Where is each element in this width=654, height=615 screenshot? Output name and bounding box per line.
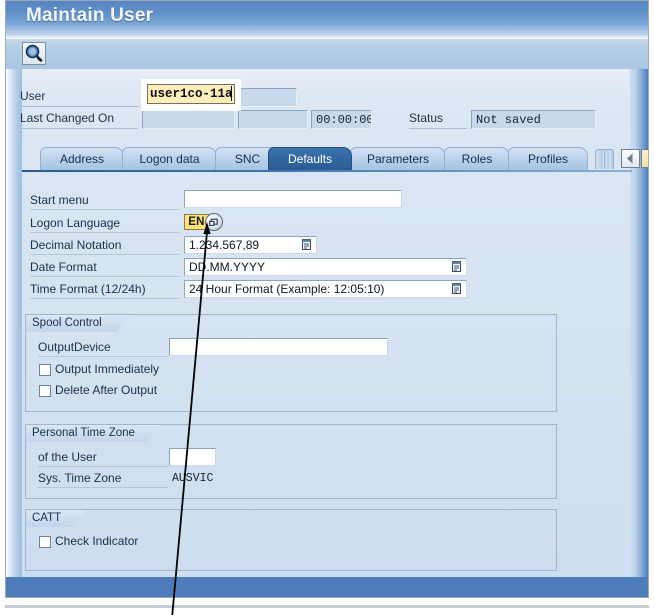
- user-label: User: [20, 89, 46, 103]
- date-format-label-rule: [30, 276, 180, 277]
- time-format-label-rule: [30, 298, 180, 299]
- decimal-notation-label-rule: [30, 254, 180, 255]
- title-bar: Maintain User: [6, 1, 648, 39]
- last-changed-time-field[interactable]: 00:00:00: [311, 110, 372, 129]
- text-caret: [231, 86, 232, 101]
- canvas-left-edge: [6, 69, 22, 577]
- personal-time-zone-group-title: Personal Time Zone: [26, 425, 146, 442]
- of-the-user-label-rule: [38, 466, 168, 467]
- window-bottom-shadow: [0, 603, 654, 615]
- tab-strip-underline: [22, 170, 632, 172]
- tab-address[interactable]: Address: [40, 147, 124, 170]
- last-changed-label: Last Changed On: [20, 111, 115, 125]
- decimal-notation-label: Decimal Notation: [30, 238, 122, 252]
- output-immediately-checkbox[interactable]: [39, 364, 51, 376]
- logon-language-label: Logon Language: [30, 216, 121, 230]
- check-indicator-label: Check Indicator: [55, 534, 139, 548]
- date-format-input[interactable]: DD.MM.YYYY: [184, 258, 467, 276]
- sys-time-zone-value: AUSVIC: [172, 472, 214, 485]
- dropdown-list-icon: [452, 261, 461, 272]
- search-help-icon: [209, 218, 218, 227]
- sys-time-zone-label: Sys. Time Zone: [38, 471, 122, 485]
- delete-after-output-checkbox[interactable]: [39, 385, 51, 397]
- start-menu-label-rule: [30, 209, 180, 210]
- start-menu-label: Start menu: [30, 193, 89, 207]
- last-changed-by-field[interactable]: [238, 110, 308, 129]
- time-format-picker-button[interactable]: [450, 282, 463, 295]
- tab-scroll-left-button[interactable]: [621, 149, 640, 168]
- user-input-focus-overlay: user1co-11a: [141, 79, 241, 111]
- last-changed-label-rule: [20, 128, 138, 129]
- tab-roles[interactable]: Roles: [444, 147, 510, 170]
- sap-maintain-user-screen: Maintain User User user1co-11a: [0, 0, 654, 615]
- start-menu-input[interactable]: [184, 190, 402, 208]
- application-toolbar: [6, 39, 648, 70]
- of-the-user-input[interactable]: [169, 448, 216, 466]
- logon-language-label-rule: [30, 232, 180, 233]
- time-format-input[interactable]: 24 Hour Format (Example: 12:05:10): [184, 280, 467, 298]
- decimal-notation-input[interactable]: 1.234.567,89: [184, 236, 317, 254]
- catt-group-title: CATT: [26, 510, 72, 527]
- last-changed-date-field[interactable]: [142, 110, 235, 129]
- display-button[interactable]: [22, 42, 46, 65]
- user-value-input[interactable]: user1co-11a: [147, 84, 235, 104]
- check-indicator-checkbox[interactable]: [39, 536, 51, 548]
- dropdown-list-icon: [452, 283, 461, 294]
- time-format-label: Time Format (12/24h): [30, 282, 146, 296]
- output-immediately-label: Output Immediately: [55, 362, 160, 376]
- magnifier-icon: [25, 44, 43, 62]
- content-canvas: User user1co-11a Last Changed On 00:00:0…: [6, 69, 648, 577]
- spool-control-group-title: Spool Control: [26, 315, 116, 332]
- tab-parameters[interactable]: Parameters: [350, 147, 446, 170]
- tab-defaults[interactable]: Defaults: [268, 147, 352, 170]
- tab-profiles[interactable]: Profiles: [508, 147, 588, 170]
- canvas-right-edge: [630, 69, 648, 577]
- tab-scroll-right-button[interactable]: [641, 149, 648, 168]
- status-value-field: Not saved: [471, 110, 596, 129]
- triangle-left-icon: [627, 153, 633, 164]
- delete-after-output-label: Delete After Output: [55, 383, 158, 397]
- window-frame: Maintain User User user1co-11a: [0, 0, 654, 603]
- user-label-rule: [20, 106, 138, 107]
- decimal-notation-picker-button[interactable]: [300, 238, 313, 251]
- tab-strip: Address Logon data SNC Defaults Paramete…: [22, 147, 648, 171]
- status-label-rule: [409, 128, 467, 129]
- output-device-label: OutputDevice: [38, 340, 111, 354]
- output-device-input[interactable]: [169, 338, 388, 356]
- output-device-label-rule: [38, 356, 168, 357]
- sys-time-zone-label-rule: [38, 487, 168, 488]
- triangle-right-icon: [642, 150, 648, 167]
- tab-overflow-stack-2: [604, 149, 614, 169]
- logon-language-search-help-button[interactable]: [205, 213, 223, 231]
- page-title: Maintain User: [26, 5, 154, 26]
- tab-logon-data[interactable]: Logon data: [122, 147, 217, 170]
- dropdown-list-icon: [302, 239, 311, 250]
- date-format-picker-button[interactable]: [450, 260, 463, 273]
- date-format-label: Date Format: [30, 260, 97, 274]
- of-the-user-label: of the User: [38, 450, 97, 464]
- status-label: Status: [409, 111, 444, 125]
